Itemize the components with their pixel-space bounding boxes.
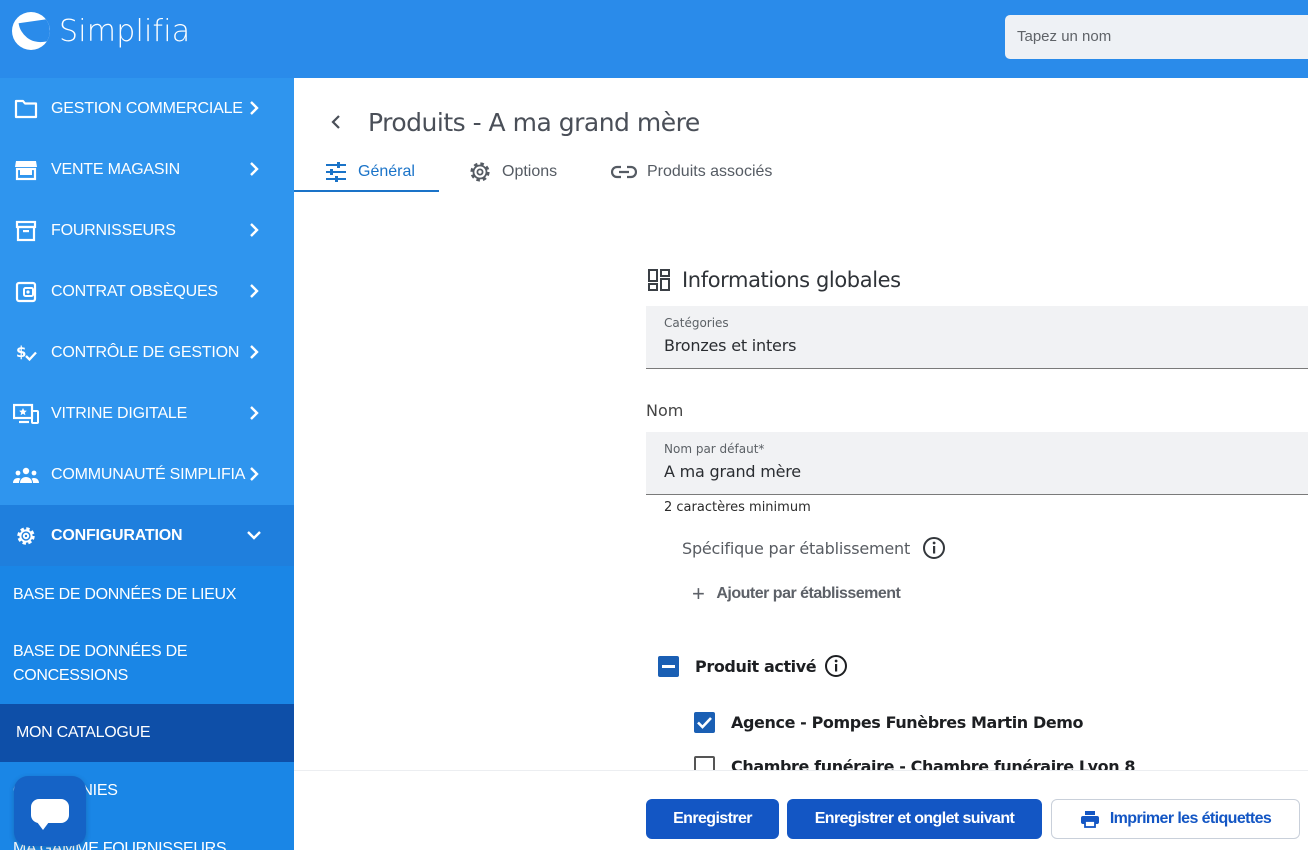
sidebar-subitem-mon-catalogue[interactable]: MON CATALOGUE [0, 704, 294, 762]
svg-text:$: $ [16, 343, 26, 361]
print-label: Imprimer les étiquettes [1109, 810, 1272, 827]
checkbox-label: Agence - Pompes Funèbres Martin Demo [731, 713, 1084, 732]
sidebar-item-contrat-obseques[interactable]: CONTRAT OBSÈQUES [0, 261, 294, 322]
categories-field[interactable]: Catégories Bronzes et inters [646, 306, 1308, 369]
checkbox-label: Produit activé [695, 656, 817, 676]
nom-par-defaut-field[interactable]: Nom par défaut* A ma grand mère [646, 432, 1308, 495]
sidebar-item-configuration[interactable]: CONFIGURATION [0, 505, 294, 566]
nom-label: Nom [646, 401, 684, 420]
tab-produits-associes[interactable]: Produits associés [611, 152, 772, 192]
printer-icon [1080, 811, 1099, 828]
folder-icon [13, 96, 39, 122]
sidebar-item-fournisseurs[interactable]: FOURNISSEURS [0, 200, 294, 261]
etablissement-row: Agence - Pompes Funèbres Martin Demo [694, 712, 1084, 733]
specific-par-etablissement: Spécifique par établissement [682, 536, 946, 560]
tab-options[interactable]: Options [468, 152, 557, 192]
chat-button[interactable] [14, 776, 86, 846]
print-labels-button[interactable]: Imprimer les étiquettes [1051, 799, 1300, 839]
check-icon [697, 717, 712, 729]
tab-label: Général [358, 163, 415, 180]
chevron-right-icon [250, 406, 259, 420]
info-icon[interactable] [824, 654, 848, 678]
active-tab-indicator [294, 190, 439, 192]
top-bar: Simplifia [0, 0, 1308, 78]
tune-icon [326, 162, 346, 182]
archive-icon [13, 218, 39, 244]
chevron-right-icon [250, 284, 259, 298]
chevron-right-icon [250, 162, 259, 176]
page-title: Produits - A ma grand mère [368, 108, 700, 137]
checkbox-label: Chambre funéraire - Chambre funéraire Ly… [731, 757, 1136, 770]
field-value: A ma grand mère [664, 462, 801, 481]
save-next-button[interactable]: Enregistrer et onglet suivant [787, 799, 1042, 839]
sidebar-subitem-base-concessions[interactable]: BASE DE DONNÉES DE CONCESSIONS [0, 624, 294, 704]
sidebar: GESTION COMMERCIALE VENTE MAGASIN FOURNI… [0, 78, 294, 850]
search-box[interactable] [1005, 15, 1308, 59]
plus-icon: + [692, 581, 705, 606]
tab-label: Produits associés [647, 163, 773, 180]
chevron-right-icon [250, 223, 259, 237]
save-button[interactable]: Enregistrer [646, 799, 779, 839]
section-title-text: Informations globales [682, 268, 901, 292]
devices-star-icon [13, 401, 39, 427]
sidebar-item-vitrine-digitale[interactable]: VITRINE DIGITALE [0, 383, 294, 444]
add-par-etablissement-button[interactable]: + Ajouter par établissement [692, 581, 901, 606]
etablissement-checkbox[interactable] [694, 712, 715, 733]
back-arrow-icon[interactable] [324, 110, 348, 134]
field-label: Catégories [664, 316, 729, 330]
etablissement-row: Chambre funéraire - Chambre funéraire Ly… [694, 756, 1136, 770]
add-label: Ajouter par établissement [716, 585, 901, 602]
app-name: Simplifia [59, 13, 191, 49]
chat-bubble-icon [31, 799, 69, 830]
gear-icon [470, 162, 490, 182]
section-title: Informations globales [648, 268, 901, 292]
field-value: Bronzes et inters [664, 336, 797, 355]
price-check-icon: $ [13, 340, 39, 366]
link-icon [611, 165, 637, 179]
chevron-right-icon [250, 345, 259, 359]
chevron-right-icon [250, 101, 259, 115]
dashboard-icon [648, 269, 670, 291]
gear-icon [13, 523, 39, 549]
scroll-area[interactable]: Produits - A ma grand mère Général Optio… [294, 78, 1308, 770]
field-hint: 2 caractères minimum [664, 500, 811, 515]
field-label: Nom par défaut* [664, 442, 765, 456]
tab-label: Options [502, 163, 558, 180]
produit-active-row: Produit activé [658, 654, 848, 678]
sidebar-item-gestion-commerciale[interactable]: GESTION COMMERCIALE [0, 78, 294, 139]
chevron-down-icon [247, 531, 261, 540]
app-logo[interactable]: Simplifia [12, 12, 190, 50]
simplifia-logo-icon [12, 12, 50, 50]
wallet-icon [13, 279, 39, 305]
store-icon [13, 157, 39, 183]
specific-label: Spécifique par établissement [682, 538, 911, 558]
sidebar-item-controle-de-gestion[interactable]: $ CONTRÔLE DE GESTION [0, 322, 294, 383]
footer-actions: Enregistrer Enregistrer et onglet suivan… [294, 770, 1308, 850]
search-input[interactable] [1017, 28, 1303, 45]
chevron-right-icon [250, 467, 259, 481]
info-icon[interactable] [922, 536, 946, 560]
sidebar-subitem-base-lieux[interactable]: BASE DE DONNÉES DE LIEUX [0, 566, 294, 624]
sidebar-item-vente-magasin[interactable]: VENTE MAGASIN [0, 139, 294, 200]
main-content: Produits - A ma grand mère Général Optio… [294, 78, 1308, 850]
sidebar-item-communaute-simplifia[interactable]: COMMUNAUTÉ SIMPLIFIA [0, 444, 294, 505]
etablissement-checkbox[interactable] [694, 756, 715, 770]
produit-active-checkbox[interactable] [658, 655, 679, 677]
tab-general[interactable]: Général [324, 152, 415, 192]
group-icon [13, 462, 39, 488]
